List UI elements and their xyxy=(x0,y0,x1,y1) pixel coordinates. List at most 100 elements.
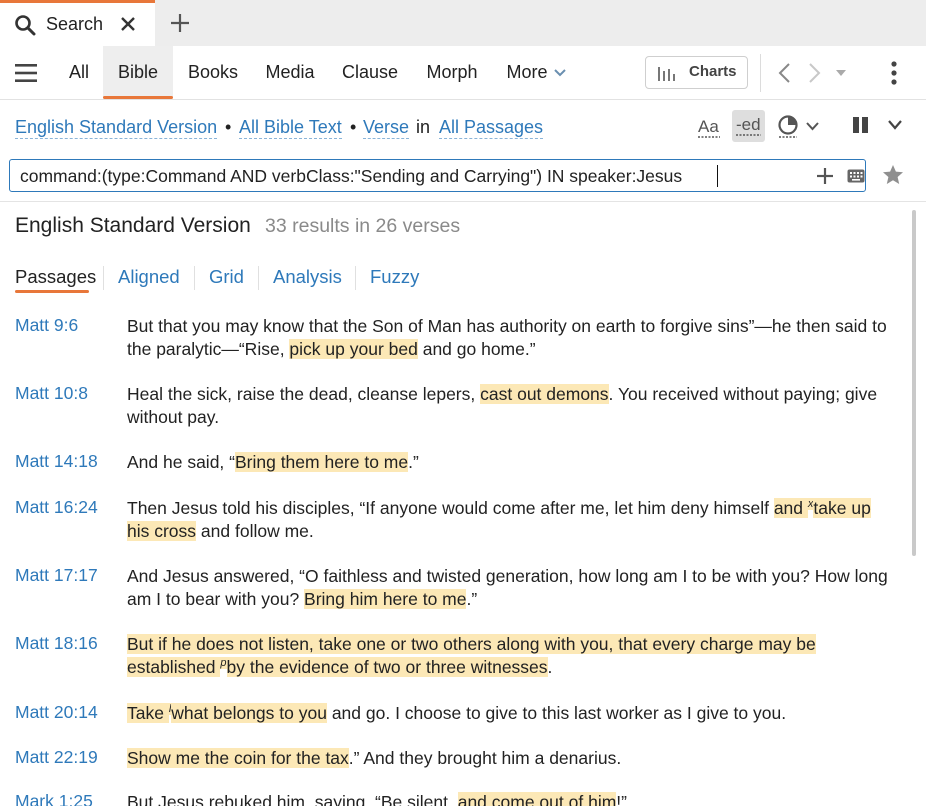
more-options-icon[interactable] xyxy=(884,60,904,86)
charts-label: Charts xyxy=(689,63,737,80)
nav-tab-label: Bible xyxy=(117,62,159,82)
nav-tab-label: Clause xyxy=(341,62,399,82)
highlight-match: Show me the coin for the tax xyxy=(127,748,349,768)
highlight-match: Bring them here to me xyxy=(234,452,409,472)
verse-ref[interactable]: Matt 9:6 xyxy=(15,315,78,336)
verse-text-run: and go home.” xyxy=(417,339,536,359)
tab-aligned[interactable]: Aligned xyxy=(118,266,180,288)
highlight-match: Bring him here to me xyxy=(304,589,467,609)
separator-dot: • xyxy=(225,117,232,137)
charts-button[interactable]: Charts xyxy=(645,56,748,89)
verse-text-run: . xyxy=(547,657,553,677)
chevron-down-icon[interactable] xyxy=(888,120,902,130)
nav-tab-bible[interactable]: Bible xyxy=(103,46,173,99)
verse-ref[interactable]: Matt 10:8 xyxy=(15,383,88,404)
nav-tab-label: All xyxy=(68,62,89,82)
verse-text: Then Jesus told his disciples, “If anyon… xyxy=(127,497,897,543)
star-icon[interactable] xyxy=(882,164,904,186)
tab-passages[interactable]: Passages xyxy=(15,266,96,288)
tab-divider xyxy=(103,266,104,290)
case-sensitive-icon[interactable]: Aa xyxy=(698,114,722,140)
menu-icon[interactable] xyxy=(15,63,37,83)
footnote-marker[interactable]: p xyxy=(220,657,227,669)
verse-ref[interactable]: Matt 17:17 xyxy=(15,565,98,586)
verse-text: But if he does not listen, take one or t… xyxy=(127,633,897,679)
highlight-match: cast out demons xyxy=(480,384,609,404)
verse-ref[interactable]: Matt 22:19 xyxy=(15,747,98,768)
toolbar-divider xyxy=(760,54,761,92)
verse-text-run: Then Jesus told his disciples, “If anyon… xyxy=(127,498,774,518)
word-forms-toggle[interactable]: -ed xyxy=(732,110,765,142)
verse-text-run: .” xyxy=(408,452,419,472)
verse-text-run: and follow me. xyxy=(196,521,314,541)
nav-tab-label: Books xyxy=(187,62,239,82)
pause-icon[interactable] xyxy=(852,116,870,134)
verse-text: But that you may know that the Son of Ma… xyxy=(127,315,897,361)
verse-text: Take lwhat belongs to you and go. I choo… xyxy=(127,702,897,725)
nav-tab-media[interactable]: Media xyxy=(256,46,324,98)
toolbar: All Bible Books Media Clause Morph More … xyxy=(0,46,926,100)
nav-tab-morph[interactable]: Morph xyxy=(416,46,488,98)
tab-divider xyxy=(258,266,259,290)
verse-ref[interactable]: Matt 14:18 xyxy=(15,451,98,472)
search-box xyxy=(9,159,866,192)
word-forms-icon: -ed xyxy=(736,115,761,136)
verse-text-run: And he said, “ xyxy=(127,452,235,472)
tab-search[interactable]: Search xyxy=(0,0,155,46)
highlight-match: and come out of him xyxy=(457,792,617,806)
verse-ref[interactable]: Matt 18:16 xyxy=(15,633,98,654)
verse-ref[interactable]: Mark 1:25 xyxy=(15,791,93,806)
tab-strip: Search xyxy=(0,0,926,46)
verse-text: But Jesus rebuked him, saying, “Be silen… xyxy=(127,791,897,806)
timer-icon[interactable] xyxy=(776,114,800,140)
svg-text:-ed: -ed xyxy=(736,115,761,134)
verse-text-run: .” And they brought him a denarius. xyxy=(348,748,622,768)
chevron-left-icon[interactable] xyxy=(776,62,794,84)
text-caret xyxy=(717,165,718,187)
search-input[interactable] xyxy=(20,163,800,189)
results-count: 33 results in 26 verses xyxy=(265,215,461,237)
verse-ref[interactable]: Matt 20:14 xyxy=(15,702,98,723)
chevron-down-icon xyxy=(553,69,566,77)
verse-text-run: and go. I choose to give to this last wo… xyxy=(326,703,787,723)
nav-tab-all[interactable]: All xyxy=(56,46,102,98)
tab-grid[interactable]: Grid xyxy=(209,266,244,288)
verse-text: Show me the coin for the tax.” And they … xyxy=(127,747,897,770)
verse-text-run: But Jesus rebuked him, saying, “Be silen… xyxy=(127,792,458,806)
tab-label: Search xyxy=(46,14,104,34)
highlight-match: and xyxy=(773,498,808,518)
range-link[interactable]: All Passages xyxy=(439,116,544,139)
highlight-match: pick up your bed xyxy=(289,339,418,359)
nav-tab-label: Media xyxy=(265,62,315,82)
chevron-right-icon[interactable] xyxy=(805,62,823,84)
highlight-match: what belongs to you xyxy=(171,703,327,723)
close-icon[interactable] xyxy=(119,15,137,33)
nav-tab-label: Morph xyxy=(426,62,478,82)
verse-ref[interactable]: Matt 16:24 xyxy=(15,497,98,518)
highlight-match: by the evidence of two or three witnesse… xyxy=(226,657,548,677)
verse-text: And he said, “Bring them here to me.” xyxy=(127,451,897,474)
active-tab-indicator xyxy=(15,290,89,293)
nav-tab-label: More xyxy=(506,62,548,82)
plus-icon[interactable] xyxy=(168,11,192,35)
tab-fuzzy[interactable]: Fuzzy xyxy=(370,266,419,288)
chevron-down-icon[interactable] xyxy=(806,122,819,131)
scope-link[interactable]: All Bible Text xyxy=(239,116,342,139)
nav-tab-clause[interactable]: Clause xyxy=(333,46,407,98)
keyboard-icon[interactable] xyxy=(847,169,865,183)
version-link[interactable]: English Standard Version xyxy=(15,116,218,139)
plus-icon[interactable] xyxy=(816,167,834,185)
scrollbar[interactable] xyxy=(912,210,916,556)
tab-divider xyxy=(194,266,195,290)
tab-divider xyxy=(355,266,356,290)
tab-analysis[interactable]: Analysis xyxy=(273,266,342,288)
in-label: in xyxy=(416,117,431,137)
history-dropdown-icon[interactable] xyxy=(834,68,848,78)
bar-chart-icon xyxy=(658,67,675,81)
search-icon xyxy=(15,15,36,36)
nav-tab-more[interactable]: More xyxy=(498,46,574,98)
nav-tab-books[interactable]: Books xyxy=(178,46,248,98)
verse-text-run: .” xyxy=(466,589,478,609)
separator-dot: • xyxy=(350,117,357,137)
unit-link[interactable]: Verse xyxy=(363,116,410,139)
